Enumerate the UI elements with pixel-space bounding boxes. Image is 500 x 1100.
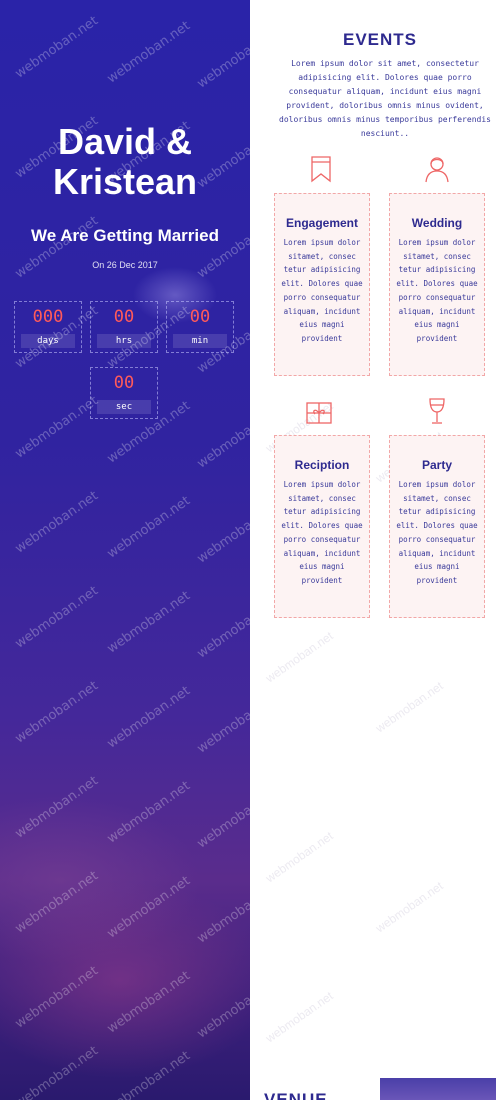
countdown-label: min <box>173 334 227 348</box>
event-card-title: Party <box>421 458 453 472</box>
watermark: webmoban.net <box>194 688 250 757</box>
venue-image <box>380 1078 496 1100</box>
events-panel: webmoban.net webmoban.net webmoban.net w… <box>250 0 500 1100</box>
bookmark-icon <box>311 156 331 183</box>
countdown-days: 000 days <box>14 301 82 353</box>
watermark: webmoban.net <box>104 683 193 752</box>
watermark: webmoban.net <box>104 493 193 562</box>
event-card-engagement: Engagement Lorem ipsum dolor sitamet, co… <box>274 193 370 376</box>
couple-names: David & Kristean <box>0 122 250 202</box>
countdown-minutes: 00 min <box>166 301 234 353</box>
watermark: webmoban.net <box>194 403 250 472</box>
event-card-text: Lorem ipsum dolor sitamet, consec tetur … <box>396 238 478 343</box>
watermark: webmoban.net <box>12 13 101 82</box>
event-card-wedding: Wedding Lorem ipsum dolor sitamet, conse… <box>389 193 485 376</box>
countdown-value: 00 <box>113 373 135 393</box>
event-card-reception: Reciption Lorem ipsum dolor sitamet, con… <box>274 435 370 618</box>
watermark: webmoban.net <box>263 828 336 886</box>
event-card-text: Lorem ipsum dolor sitamet, consec tetur … <box>396 480 478 585</box>
wine-glass-icon <box>429 398 445 424</box>
countdown-value: 000 <box>32 307 64 327</box>
watermark: webmoban.net <box>12 963 101 1032</box>
event-card-title: Engagement <box>285 216 358 230</box>
watermark: webmoban.net <box>12 583 101 652</box>
countdown-value: 00 <box>189 307 211 327</box>
couple-name-line2: Kristean <box>52 161 198 202</box>
countdown-label: days <box>21 334 75 348</box>
event-card-title: Reciption <box>294 458 350 472</box>
countdown-hours: 00 hrs <box>90 301 158 353</box>
countdown-seconds: 00 sec <box>90 367 158 419</box>
events-title: EVENTS <box>342 30 418 49</box>
watermark: webmoban.net <box>194 213 250 282</box>
watermark: webmoban.net <box>12 678 101 747</box>
watermark: webmoban.net <box>263 988 336 1046</box>
couple-name-line1: David & <box>57 121 193 162</box>
hero-panel: webmoban.net webmoban.net webmoban.net w… <box>0 0 250 1100</box>
watermark: webmoban.net <box>12 868 101 937</box>
watermark: webmoban.net <box>373 878 446 936</box>
watermark: webmoban.net <box>194 783 250 852</box>
watermark: webmoban.net <box>12 488 101 557</box>
venue-title: VENUE <box>264 1090 328 1100</box>
watermark: webmoban.net <box>373 678 446 736</box>
event-card-text: Lorem ipsum dolor sitamet, consec tetur … <box>281 238 363 343</box>
countdown-label: hrs <box>97 334 151 348</box>
watermark: webmoban.net <box>194 593 250 662</box>
gift-icon <box>306 402 332 424</box>
watermark: webmoban.net <box>104 873 193 942</box>
bride-icon <box>425 157 449 183</box>
watermark: webmoban.net <box>104 968 193 1037</box>
events-intro: Lorem ipsum dolor sit amet, consectetur … <box>279 59 491 138</box>
event-card-party: Party Lorem ipsum dolor sitamet, consec … <box>389 435 485 618</box>
watermark: webmoban.net <box>263 628 336 686</box>
tagline: We Are Getting Married <box>31 226 219 245</box>
watermark: webmoban.net <box>104 18 193 87</box>
watermark: webmoban.net <box>194 973 250 1042</box>
watermark: webmoban.net <box>12 393 101 462</box>
watermark: webmoban.net <box>12 1043 101 1100</box>
event-card-text: Lorem ipsum dolor sitamet, consec tetur … <box>281 480 363 585</box>
watermark: webmoban.net <box>194 878 250 947</box>
event-card-title: Wedding <box>411 216 463 230</box>
watermark: webmoban.net <box>104 1048 193 1100</box>
watermark: webmoban.net <box>104 588 193 657</box>
watermark: webmoban.net <box>12 773 101 842</box>
watermark: webmoban.net <box>12 213 101 282</box>
watermark: webmoban.net <box>194 498 250 567</box>
countdown-value: 00 <box>113 307 135 327</box>
wedding-date: On 26 Dec 2017 <box>92 260 158 270</box>
watermark: webmoban.net <box>194 23 250 92</box>
watermark: webmoban.net <box>104 778 193 847</box>
countdown-label: sec <box>97 400 151 414</box>
